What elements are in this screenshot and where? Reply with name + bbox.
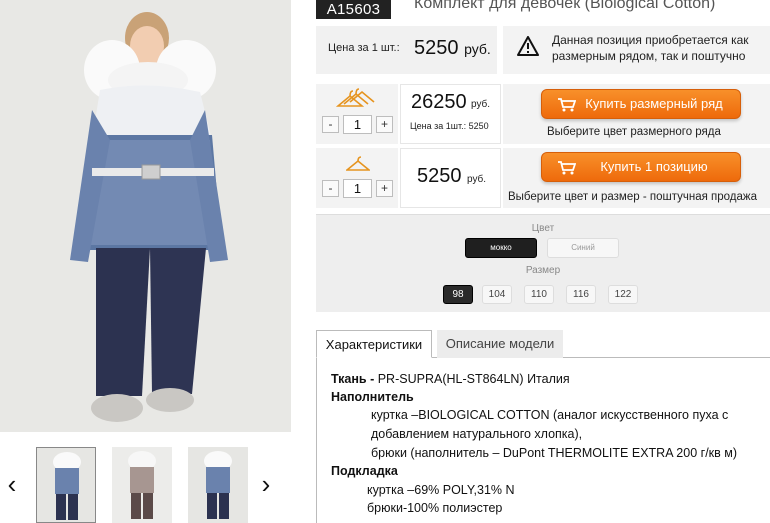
size-option-110[interactable]: 110 <box>524 285 554 304</box>
thumbnail-prev-arrow-icon[interactable]: ‹ <box>2 470 22 498</box>
size-label: Размер <box>525 265 561 276</box>
single-currency: руб. <box>467 174 487 185</box>
buy-size-row-button[interactable]: Купить размерный ряд <box>541 89 741 119</box>
size-row-action-cell: Купить размерный ряд Выберите цвет разме… <box>503 84 770 144</box>
color-option-mocha[interactable]: мокко <box>465 238 537 258</box>
size-row-total: 26250 <box>411 91 467 113</box>
unit-price-currency: руб. <box>464 41 491 57</box>
spec-filler-line-1: куртка –BIOLOGICAL COTTON (аналог искусс… <box>371 408 729 422</box>
spec-filler-line-3: брюки (наполнитель – DuPont THERMOLITE E… <box>371 446 738 460</box>
spec-fabric: Ткань - PR-SUPRA(HL-ST864LN) Италия <box>331 372 570 386</box>
size-row-qty-decrease-button[interactable]: - <box>322 116 339 133</box>
size-option-122[interactable]: 122 <box>608 285 638 304</box>
thumbnail-2-image <box>112 447 172 523</box>
single-hint: Выберите цвет и размер - поштучная прода… <box>508 191 757 203</box>
unit-price-value: 5250 руб. <box>414 37 491 60</box>
notice-text: Данная позиция приобретается как размерн… <box>552 33 749 63</box>
spec-lining-title: Подкладка <box>331 464 398 478</box>
spec-lining-line-1: куртка –69% POLY,31% N <box>367 483 515 497</box>
specs-panel: Ткань - PR-SUPRA(HL-ST864LN) Италия Напо… <box>316 358 770 523</box>
single-qty-stepper: - 1 + <box>322 179 393 198</box>
spec-filler-line-2: добавлением натурального хлопка), <box>371 427 583 441</box>
unit-price-box: Цена за 1 шт.: 5250 руб. <box>316 26 497 74</box>
warning-icon <box>517 36 539 56</box>
single-action-cell: Купить 1 позицию Выберите цвет и размер … <box>503 148 770 208</box>
thumbnail-1-image <box>37 448 95 522</box>
hangers-icon <box>336 88 375 107</box>
thumbnail-1[interactable] <box>36 447 96 523</box>
size-row-qty-cell: - 1 + <box>316 84 398 144</box>
single-qty-input[interactable]: 1 <box>343 179 372 198</box>
unit-price-number: 5250 <box>414 37 459 59</box>
sku-badge: A15603 <box>316 0 391 19</box>
size-option-116[interactable]: 116 <box>566 285 596 304</box>
buy-single-label: Купить 1 позицию <box>600 159 708 174</box>
color-label: Цвет <box>531 223 555 234</box>
hanger-icon <box>346 156 370 171</box>
purchase-notice: Данная позиция приобретается как размерн… <box>503 26 770 74</box>
size-row-total-cell: 26250 руб. Цена за 1шт.: 5250 <box>400 84 501 144</box>
thumbnail-2[interactable] <box>112 447 172 523</box>
thumbnail-next-arrow-icon[interactable]: › <box>256 470 276 498</box>
thumbnail-3[interactable] <box>188 447 248 523</box>
buy-size-row-label: Купить размерный ряд <box>585 96 723 111</box>
size-row-hint: Выберите цвет размерного ряда <box>547 126 721 138</box>
size-row-currency: руб. <box>471 99 491 110</box>
size-option-104[interactable]: 104 <box>482 285 512 304</box>
size-row-qty-input[interactable]: 1 <box>343 115 372 134</box>
info-tabs: Характеристики Описание модели <box>316 330 770 358</box>
product-title: Комплект для девочек (Biological Cotton) <box>414 0 716 12</box>
single-qty-cell: - 1 + <box>316 148 398 208</box>
spec-lining-line-2: брюки-100% полиэстер <box>367 501 503 515</box>
color-option-blue[interactable]: Синий <box>547 238 619 258</box>
size-row-qty-increase-button[interactable]: + <box>376 116 393 133</box>
size-row-purchase: - 1 + 26250 руб. Цена за 1шт.: 5250 Купи… <box>316 84 770 144</box>
product-options: Цвет мокко Синий Размер 98 104 110 116 1… <box>316 214 770 312</box>
single-total-cell: 5250 руб. <box>400 148 501 208</box>
cart-icon <box>558 161 576 175</box>
buy-single-button[interactable]: Купить 1 позицию <box>541 152 741 182</box>
single-qty-decrease-button[interactable]: - <box>322 180 339 197</box>
tab-model-description[interactable]: Описание модели <box>437 330 563 358</box>
unit-price-label: Цена за 1 шт.: <box>328 42 400 54</box>
cart-icon <box>558 98 576 112</box>
thumbnail-strip: ‹ › <box>0 440 291 523</box>
spec-fabric-value: PR-SUPRA(HL-ST864LN) Италия <box>374 372 570 386</box>
size-row-qty-stepper: - 1 + <box>322 115 393 134</box>
single-qty-increase-button[interactable]: + <box>376 180 393 197</box>
spec-fabric-key: Ткань - <box>331 372 375 386</box>
girl-in-winter-suit-illustration <box>0 0 291 432</box>
product-photo[interactable] <box>0 0 291 432</box>
single-total: 5250 <box>417 165 462 187</box>
size-option-98[interactable]: 98 <box>443 285 473 304</box>
thumbnail-3-image <box>188 447 248 523</box>
single-purchase: - 1 + 5250 руб. Купить 1 позицию Выберит… <box>316 148 770 208</box>
size-row-unit-note: Цена за 1шт.: 5250 <box>410 121 489 131</box>
tab-characteristics[interactable]: Характеристики <box>316 330 432 358</box>
spec-filler-title: Наполнитель <box>331 390 414 404</box>
